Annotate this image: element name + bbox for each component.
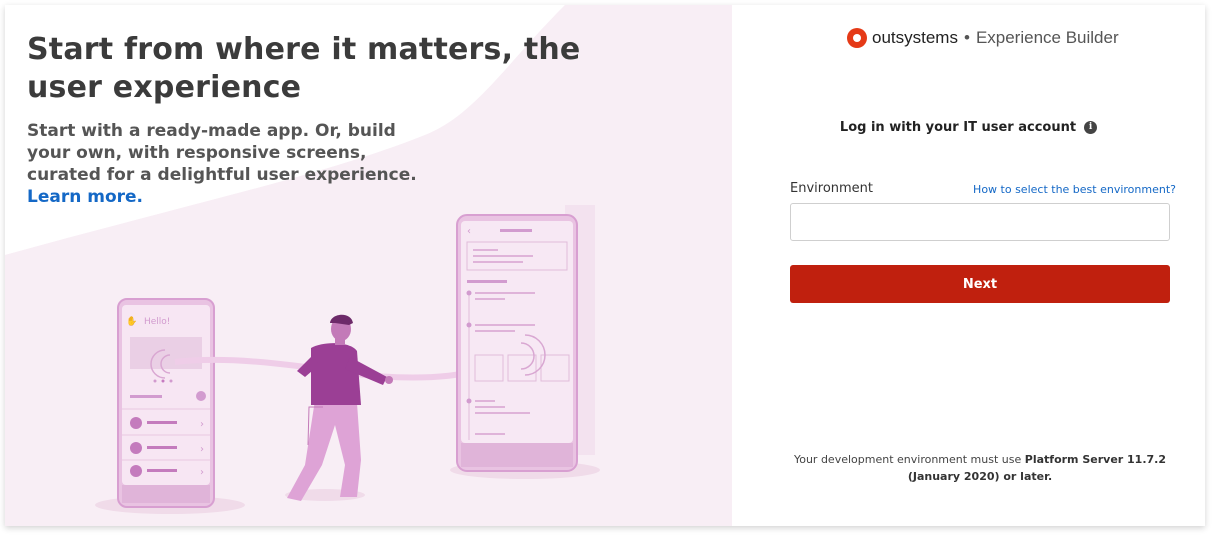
hero-panel: Start from where it matters, the user ex… bbox=[5, 5, 732, 526]
person-illustration bbox=[287, 314, 393, 501]
app-window: Start from where it matters, the user ex… bbox=[5, 5, 1205, 526]
hero-illustration: ✋ Hello! › › › ‹ bbox=[95, 205, 600, 514]
login-title-text: Log in with your IT user account bbox=[839, 120, 1077, 135]
brand-name: outsystems bbox=[872, 28, 958, 47]
right-phone-mockup: ‹ bbox=[456, 205, 595, 472]
platform-requirement-note: Your development environment must use Pl… bbox=[790, 451, 1170, 485]
svg-text:✋: ✋ bbox=[126, 315, 137, 327]
footnote-text: Your development environment must use bbox=[793, 453, 1025, 466]
environment-help-link[interactable]: How to select the best environment? bbox=[973, 183, 1176, 196]
outsystems-logo-icon bbox=[847, 28, 867, 48]
phone-greeting: Hello! bbox=[144, 317, 170, 327]
environment-label: Environment bbox=[790, 181, 874, 196]
svg-text:‹: ‹ bbox=[467, 226, 471, 237]
svg-text:›: › bbox=[200, 467, 204, 478]
svg-text:›: › bbox=[200, 444, 204, 455]
info-icon[interactable]: i bbox=[1084, 121, 1098, 134]
left-phone-mockup: ✋ Hello! › › › bbox=[117, 298, 215, 508]
brand-separator: • bbox=[963, 28, 970, 47]
product-name: Experience Builder bbox=[975, 28, 1119, 47]
next-button[interactable]: Next bbox=[790, 265, 1170, 303]
environment-input[interactable] bbox=[790, 203, 1170, 241]
login-heading: Log in with your IT user account i bbox=[732, 120, 1205, 135]
brand-header: outsystems • Experience Builder bbox=[846, 27, 1119, 49]
svg-text:›: › bbox=[200, 419, 204, 430]
login-panel: outsystems • Experience Builder Log in w… bbox=[732, 5, 1205, 526]
